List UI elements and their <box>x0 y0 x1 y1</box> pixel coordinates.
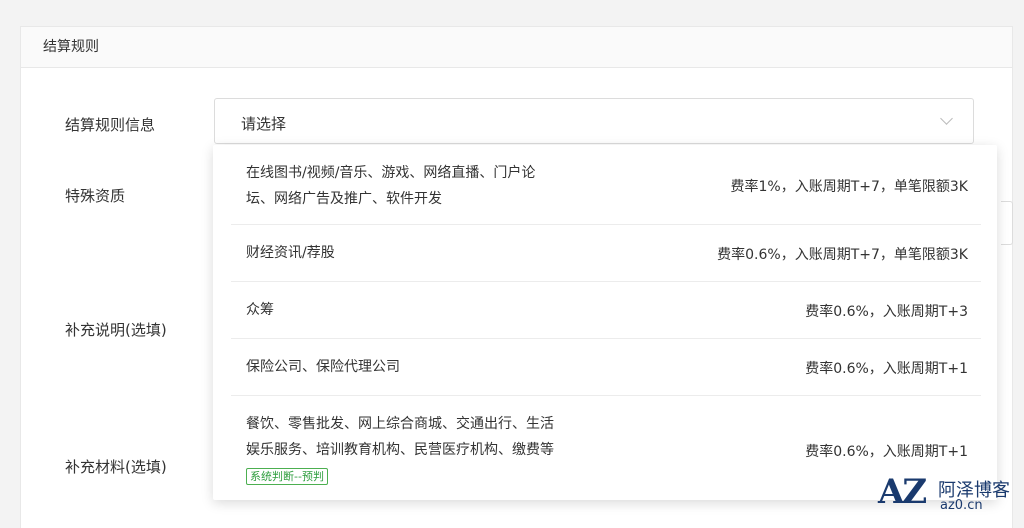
option-name-line2: 娱乐服务、培训教育机构、民营医疗机构、缴费等 <box>246 442 554 458</box>
special-qualification-field[interactable] <box>1001 201 1013 245</box>
dropdown-option[interactable]: 在线图书/视频/音乐、游戏、网络直播、门户论 坛、网络广告及推广、软件开发 费率… <box>231 145 981 225</box>
extra-material-label: 补充材料(选填) <box>65 458 167 476</box>
option-name-line1: 众筹 <box>246 302 274 318</box>
option-name-line2: 坛、网络广告及推广、软件开发 <box>246 191 442 207</box>
dropdown-option[interactable]: 财经资讯/荐股 费率0.6%，入账周期T+7，单笔限额3K <box>231 225 981 282</box>
system-judgement-tag: 系统判断--预判 <box>246 468 328 485</box>
option-name-line1: 餐饮、零售批发、网上综合商城、交通出行、生活 <box>246 416 554 432</box>
option-rate: 费率0.6%，入账周期T+7，单笔限额3K <box>717 247 968 263</box>
option-rate: 费率1%，入账周期T+7，单笔限额3K <box>730 179 969 195</box>
option-name-line1: 财经资讯/荐股 <box>246 245 335 261</box>
watermark: AZ 阿泽博客 az0.cn <box>878 472 1018 520</box>
dropdown-option[interactable]: 众筹 费率0.6%，入账周期T+3 <box>231 282 981 339</box>
option-name-line1: 在线图书/视频/音乐、游戏、网络直播、门户论 <box>246 165 536 181</box>
option-rate: 费率0.6%，入账周期T+1 <box>805 444 968 460</box>
settle-rule-select[interactable]: 请选择 <box>214 98 974 144</box>
settle-rule-label: 结算规则信息 <box>65 116 156 134</box>
extra-description-label: 补充说明(选填) <box>65 321 167 339</box>
section-title: 结算规则 <box>21 27 1012 68</box>
settle-rule-dropdown: 在线图书/视频/音乐、游戏、网络直播、门户论 坛、网络广告及推广、软件开发 费率… <box>213 145 997 500</box>
watermark-logo: AZ <box>878 472 927 512</box>
dropdown-option[interactable]: 保险公司、保险代理公司 费率0.6%，入账周期T+1 <box>231 339 981 396</box>
watermark-site: az0.cn <box>940 498 983 513</box>
chevron-down-icon[interactable] <box>941 115 953 127</box>
special-qualification-label: 特殊资质 <box>65 187 126 205</box>
option-name-line1: 保险公司、保险代理公司 <box>246 359 400 375</box>
select-placeholder: 请选择 <box>241 115 287 133</box>
dropdown-option[interactable]: 餐饮、零售批发、网上综合商城、交通出行、生活 娱乐服务、培训教育机构、民营医疗机… <box>231 396 981 500</box>
option-rate: 费率0.6%，入账周期T+3 <box>805 304 968 320</box>
option-rate: 费率0.6%，入账周期T+1 <box>805 361 968 377</box>
